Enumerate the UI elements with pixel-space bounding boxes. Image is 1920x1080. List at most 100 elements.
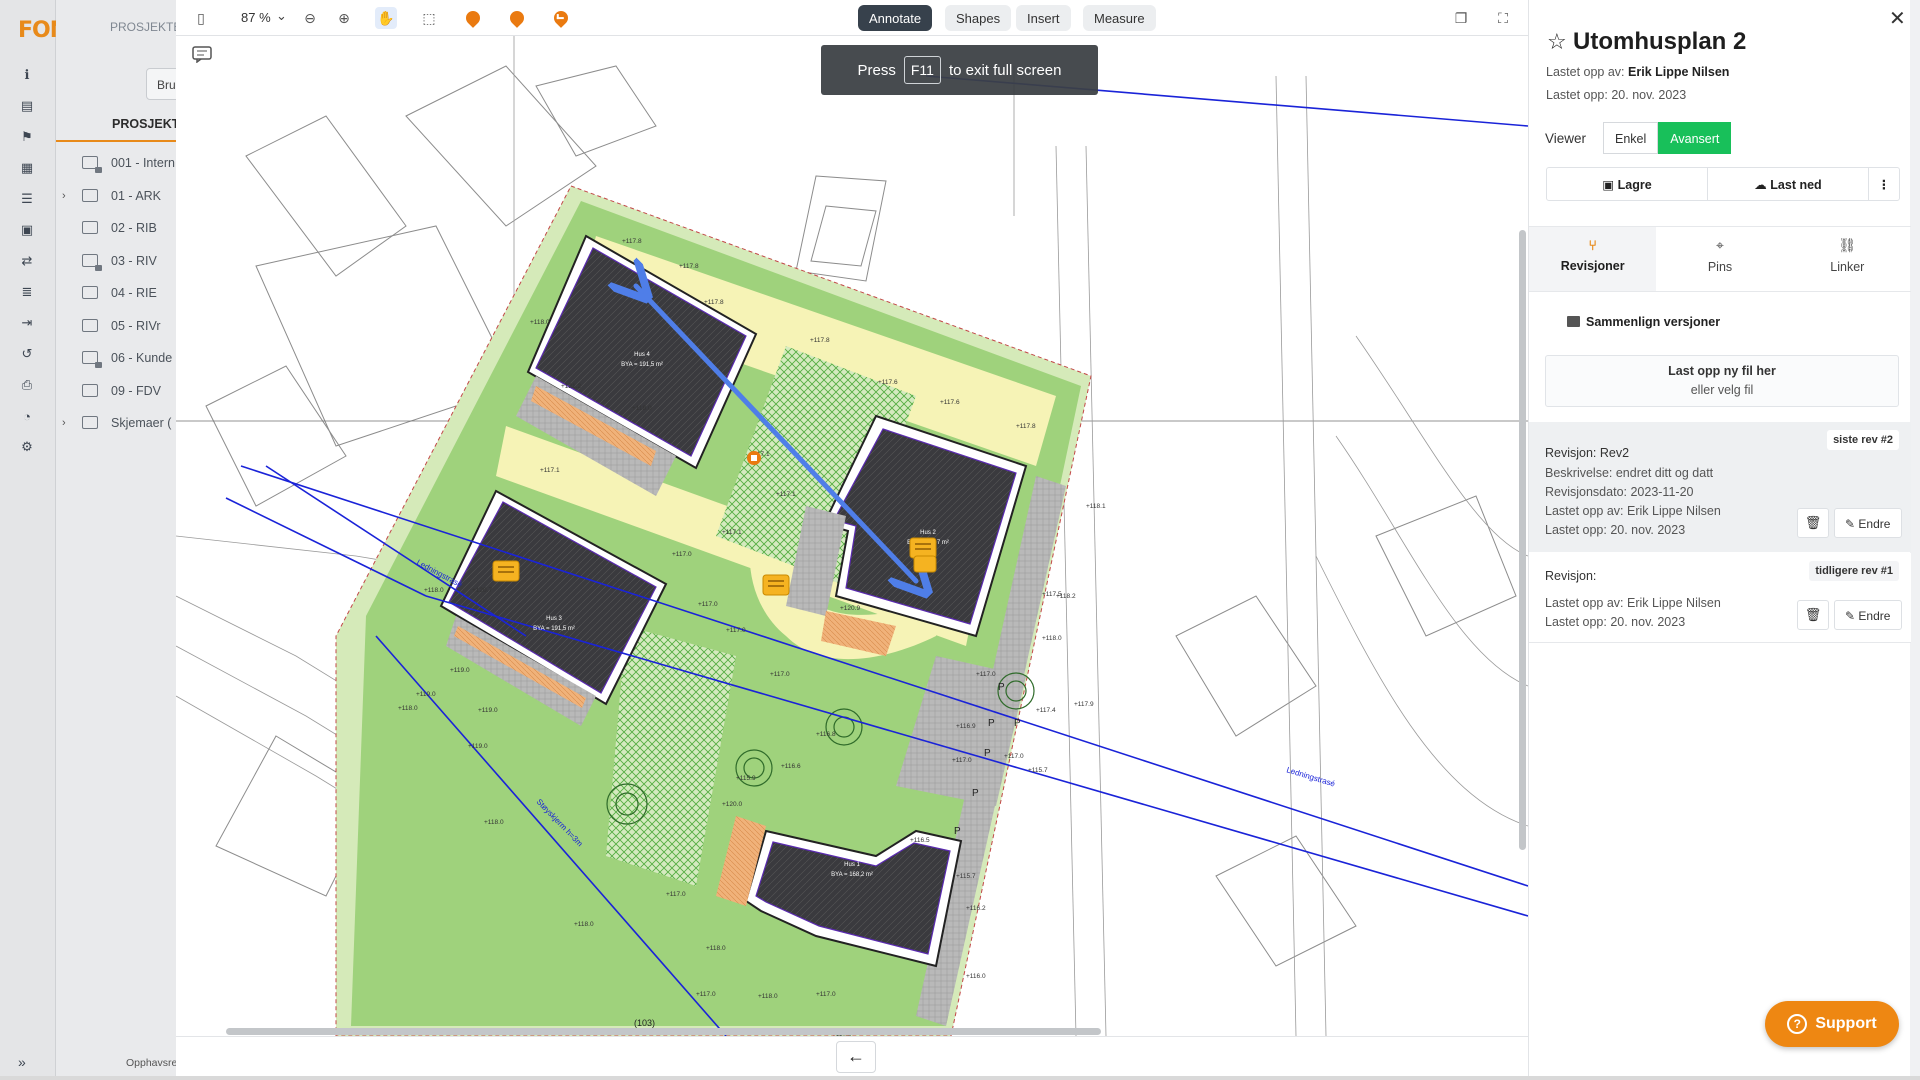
help-icon: ? [1787,1014,1808,1034]
edit-revision-button[interactable]: ✎ Endre [1834,508,1902,538]
comment-marker[interactable] [762,574,790,596]
tree-action-button[interactable]: Bruk [146,68,176,100]
zoom-level[interactable]: 87 % [241,10,271,25]
svg-text:+118.0: +118.0 [530,319,550,326]
tab-pins[interactable]: ⌖ Pins [1656,227,1783,291]
orange-pin-marker[interactable] [747,451,761,465]
delete-revision-button[interactable]: 🗑 [1797,508,1829,538]
folder-item[interactable]: 05 - RIVr [56,317,176,339]
site-plan-drawing[interactable]: Ledningstrasé Ledningstrasé Støyskjerm h… [176,36,1528,1036]
folder-label: 09 - FDV [111,383,162,398]
pin-alt-icon[interactable] [506,7,528,29]
viewer-simple-option[interactable]: Enkel [1603,122,1659,154]
settings-icon[interactable]: ⚙ [18,438,36,456]
comment-marker[interactable] [492,560,520,582]
viewer-toolbar: ▯ 87 % ⌄ ⊖ ⊕ ✋ ⬚ Annotate Shapes Insert … [176,0,1528,36]
svg-text:+120.9: +120.9 [840,605,860,612]
user-icon[interactable]: ◔ [18,407,36,425]
svg-text:P: P [988,718,995,729]
print-icon[interactable]: ⎙ [18,376,36,394]
mode-annotate-button[interactable]: Annotate [858,5,933,31]
star-icon[interactable]: ☆ [1547,29,1567,55]
close-icon[interactable]: ✕ [1889,6,1906,31]
select-area-icon[interactable]: ⬚ [418,7,440,29]
document-icon[interactable]: ▤ [18,97,36,115]
history-icon[interactable]: ↺ [18,345,36,363]
support-button[interactable]: ? Support [1765,1001,1899,1047]
mode-shapes-button[interactable]: Shapes [945,5,1012,31]
delete-revision-button[interactable]: 🗑 [1797,600,1829,630]
folder-label: 01 - ARK [111,188,162,203]
fullscreen-icon[interactable]: ⛶ [1492,7,1514,29]
pin-icon[interactable] [462,7,484,29]
download-button[interactable]: ☁ Last ned [1708,168,1869,200]
svg-text:+115.7: +115.7 [956,873,976,880]
support-label: Support [1815,1015,1877,1032]
copyright-text: Opphavsrett © 2023 [126,1057,176,1069]
revision-card[interactable]: tidligere rev #1 Revisjon: Lastet opp av… [1529,553,1911,643]
more-options-button[interactable]: ⋮ [1869,168,1899,200]
viewer-advanced-option[interactable]: Avansert [1658,122,1732,154]
folder-item[interactable]: 04 - RIE [56,284,176,306]
pan-hand-icon[interactable]: ✋ [375,7,397,29]
clipboard-icon[interactable]: ▦ [18,159,36,177]
svg-text:+119.0: +119.0 [468,743,488,750]
svg-text:+120.7: +120.7 [472,587,492,594]
vertical-scrollbar[interactable] [1519,230,1526,850]
horizontal-scrollbar[interactable] [226,1028,1101,1035]
compare-versions-button[interactable]: Sammenlign versjoner [1567,315,1720,329]
comment-marker[interactable] [913,555,937,573]
checklist-icon[interactable]: ☰ [18,190,36,208]
list-icon[interactable]: ≣ [18,283,36,301]
mode-insert-button[interactable]: Insert [1016,5,1071,31]
tree-tab-project[interactable]: PROSJEKT [112,117,176,131]
svg-text:BYA = 191,5 m²: BYA = 191,5 m² [533,626,575,632]
form-icon[interactable]: ▣ [18,221,36,239]
folder-item[interactable]: 03 - RIV [56,252,176,274]
folder-item[interactable]: › Skjemaer ( [56,414,176,436]
zoom-out-icon[interactable]: ⊖ [299,7,321,29]
svg-text:Hus 3: Hus 3 [546,616,562,622]
folder-icon [82,188,98,202]
label-plot-number: (103) [634,1018,655,1028]
save-button[interactable]: ▣ Lagre [1547,168,1708,200]
edit-revision-button[interactable]: ✎ Endre [1834,600,1902,630]
expand-sidebar-icon[interactable]: » [18,1054,26,1070]
upload-dropzone[interactable]: Last opp ny fil her eller velg fil [1545,355,1899,407]
folder-item[interactable]: 001 - Intern [56,154,176,176]
pin-check-icon[interactable] [550,7,572,29]
viewer-bottom-bar: ← [176,1036,1528,1076]
tab-links[interactable]: ⛓ Linker [1784,227,1911,291]
chevron-right-icon[interactable]: › [62,190,66,202]
chevron-right-icon[interactable]: › [62,417,66,429]
mode-measure-button[interactable]: Measure [1083,5,1156,31]
page-icon[interactable]: ▯ [190,7,212,29]
upload-subtitle[interactable]: eller velg fil [1546,383,1898,397]
folder-icon [82,416,98,429]
chevron-down-icon[interactable]: ⌄ [276,8,287,24]
info-icon[interactable]: ℹ [18,66,36,84]
comment-marker[interactable] [909,537,937,559]
document-viewer[interactable]: ▯ 87 % ⌄ ⊖ ⊕ ✋ ⬚ Annotate Shapes Insert … [176,0,1528,1076]
folder-icon [82,318,98,332]
folder-label: 05 - RIVr [111,318,161,333]
svg-text:+117.6: +117.6 [940,399,960,406]
folder-item[interactable]: 09 - FDV [56,382,176,404]
issues-icon[interactable]: ⚑ [18,128,36,146]
folder-item[interactable]: 02 - RIB [56,219,176,241]
svg-text:+115.7: +115.7 [1028,767,1048,774]
folder-item[interactable]: › 01 - ARK [56,187,176,209]
svg-text:+119.0: +119.0 [478,707,498,714]
zoom-in-icon[interactable]: ⊕ [333,7,355,29]
folder-item[interactable]: 06 - Kunde [56,349,176,371]
svg-text:BYA = 168,2 m²: BYA = 168,2 m² [831,872,873,878]
revision-card[interactable]: siste rev #2 Revisjon: Rev2 Beskrivelse:… [1529,422,1911,552]
fullscreen-notice: Press F11 to exit full screen [821,45,1098,95]
svg-text:+116.6: +116.6 [781,763,801,770]
tab-revisions[interactable]: ⑂ Revisjoner [1529,227,1657,291]
transfer-icon[interactable]: ⇄ [18,252,36,270]
back-arrow-button[interactable]: ← [836,1041,876,1073]
login-icon[interactable]: ⇥ [18,314,36,332]
comments-panel-icon[interactable]: ❐ [1450,7,1472,29]
revision-badge: tidligere rev #1 [1809,561,1899,581]
